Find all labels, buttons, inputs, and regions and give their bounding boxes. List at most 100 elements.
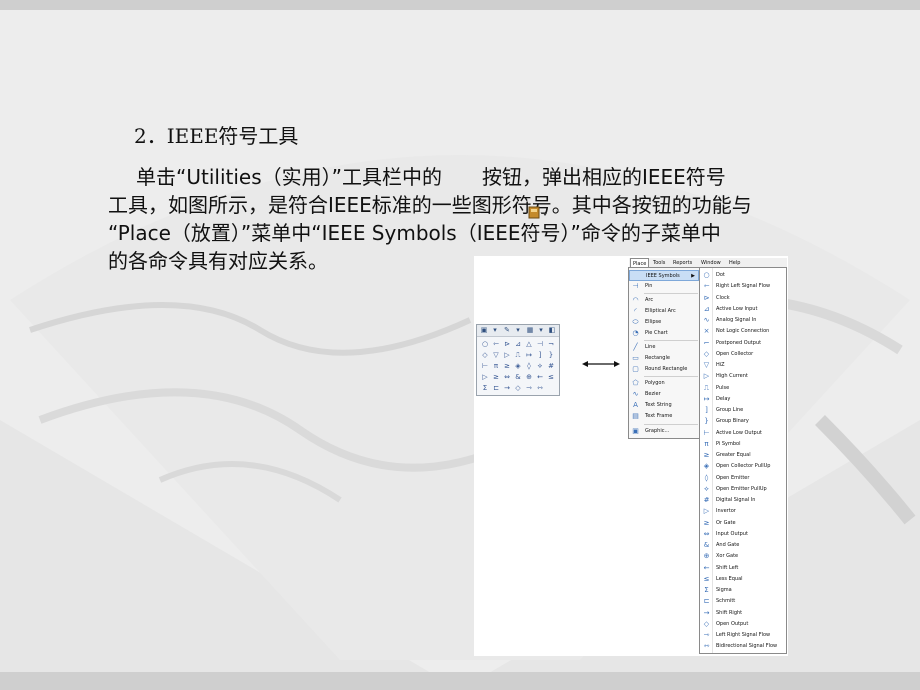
menu-item-label: Clock <box>716 294 730 301</box>
place-menu-item[interactable]: ◠ Arc <box>629 295 699 306</box>
ieee-submenu-item[interactable]: ◇ Open Output <box>700 619 786 630</box>
ieee-submenu-item[interactable]: ∿ Analog Signal In <box>700 315 786 326</box>
palette-symbol-button[interactable]: ⊕ <box>524 372 534 382</box>
palette-symbol-button[interactable]: ◇ <box>513 383 523 393</box>
ieee-symbols-icon <box>632 272 641 281</box>
palette-symbol-button[interactable]: ▷ <box>480 372 490 382</box>
drawing-tools-icon[interactable]: ✎ <box>502 326 512 335</box>
ieee-tool-icon[interactable]: ▣ <box>479 326 489 335</box>
ieee-submenu-item[interactable]: ⊳ Clock <box>700 293 786 304</box>
palette-symbol-button[interactable]: ] <box>535 350 545 360</box>
palette-symbol-button[interactable]: & <box>513 372 523 382</box>
ieee-submenu-item[interactable]: & And Gate <box>700 540 786 551</box>
ieee-submenu-item[interactable]: ≤ Less Equal <box>700 574 786 585</box>
place-menu-item[interactable]: ◔ Pie Chart <box>629 328 699 339</box>
place-menu-item[interactable]: ▤ Text Frame <box>629 411 699 422</box>
ieee-submenu-item[interactable]: ◊ Open Emitter <box>700 473 786 484</box>
dropdown-arrow-icon[interactable]: ▾ <box>536 326 546 335</box>
ieee-submenu-item[interactable]: ⎍ Pulse <box>700 383 786 394</box>
palette-symbol-button[interactable] <box>546 383 556 393</box>
ieee-submenu-item[interactable]: # Digital Signal In <box>700 495 786 506</box>
ieee-submenu-item[interactable]: ] Group Line <box>700 405 786 416</box>
ieee-submenu-item[interactable]: ⟡ Open Emitter PullUp <box>700 484 786 495</box>
palette-symbol-button[interactable]: ⟡ <box>535 361 545 371</box>
palette-symbol-button[interactable]: ⊢ <box>480 361 490 371</box>
palette-symbol-button[interactable]: ≤ <box>546 372 556 382</box>
ieee-submenu-item[interactable]: π Pi Symbol <box>700 439 786 450</box>
ieee-submenu-item[interactable]: ▽ HiZ <box>700 360 786 371</box>
dropdown-arrow-icon[interactable]: ▾ <box>513 326 523 335</box>
place-menu-item[interactable]: ▭ Rectangle <box>629 353 699 364</box>
ieee-submenu-item[interactable]: ≥ Or Gate <box>700 518 786 529</box>
palette-symbol-button[interactable]: ≥ <box>502 361 512 371</box>
palette-symbol-button[interactable]: ◊ <box>524 361 534 371</box>
menu-item-label: Analog Signal In <box>716 317 757 323</box>
palette-symbol-button[interactable]: ○ <box>480 339 490 349</box>
ieee-submenu-item[interactable]: ⇔ Input Output <box>700 529 786 540</box>
ieee-submenu-item[interactable]: ⇽ Right Left Signal Flow <box>700 281 786 292</box>
ieee-submenu-item[interactable]: ▷ High Current <box>700 371 786 382</box>
ieee-submenu-item[interactable]: } Group Binary <box>700 416 786 427</box>
place-menu-item[interactable]: ⬠ Polygon <box>629 378 699 389</box>
palette-symbol-button[interactable]: π <box>491 361 501 371</box>
group-line-icon: ] <box>705 406 708 414</box>
place-menu-item[interactable]: ▣ Graphic... <box>629 426 699 437</box>
place-menu-item[interactable]: ∿ Bezier <box>629 389 699 400</box>
palette-symbol-button[interactable]: ▽ <box>491 350 501 360</box>
ieee-submenu-item[interactable]: ⇾ Left Right Signal Flow <box>700 630 786 641</box>
ieee-submenu-item[interactable]: ⊕ Xor Gate <box>700 551 786 562</box>
palette-symbol-button[interactable]: } <box>546 350 556 360</box>
palette-symbol-button[interactable]: ⇾ <box>524 383 534 393</box>
menu-item-label: Text String <box>645 402 672 408</box>
ieee-submenu-item[interactable]: ▷ Invertor <box>700 506 786 517</box>
ieee-submenu-item[interactable]: ⇿ Bidirectional Signal Flow <box>700 641 786 652</box>
palette-symbol-button[interactable]: ⊳ <box>502 339 512 349</box>
palette-symbol-button[interactable]: ⊏ <box>491 383 501 393</box>
polygon-icon: ⬠ <box>632 379 639 387</box>
ieee-submenu-item[interactable]: ◈ Open Collector PullUp <box>700 461 786 472</box>
part-tool-icon[interactable]: ◧ <box>547 326 557 335</box>
palette-symbol-button[interactable]: ⇽ <box>491 339 501 349</box>
ieee-submenu-item[interactable]: ⌐ Postponed Output <box>700 338 786 349</box>
place-menu-item[interactable]: A Text String <box>629 400 699 411</box>
ieee-submenu-item[interactable]: ⊏ Schmitt <box>700 596 786 607</box>
palette-symbol-button[interactable]: → <box>502 383 512 393</box>
palette-symbol-button[interactable]: ▷ <box>502 350 512 360</box>
palette-symbol-button[interactable]: ⊿ <box>513 339 523 349</box>
ieee-submenu-item[interactable]: ← Shift Left <box>700 563 786 574</box>
ieee-submenu-item[interactable]: → Shift Right <box>700 608 786 619</box>
grid-tool-icon[interactable]: ▦ <box>525 326 535 335</box>
palette-symbol-button[interactable]: Σ <box>480 383 490 393</box>
ieee-submenu-item[interactable]: ⊢ Active Low Output <box>700 428 786 439</box>
place-menu-item[interactable]: ⬭ Ellipse <box>629 317 699 328</box>
palette-symbol-button[interactable]: ← <box>535 372 545 382</box>
place-menu-item[interactable]: ▢ Round Rectangle <box>629 364 699 375</box>
palette-symbol-button[interactable]: ⇿ <box>535 383 545 393</box>
ieee-submenu-item[interactable]: × Not Logic Connection <box>700 326 786 337</box>
palette-symbol-button[interactable]: ◈ <box>513 361 523 371</box>
palette-symbol-button[interactable]: ⇔ <box>502 372 512 382</box>
body-line-1: 单击“Utilities（实用）”工具栏中的 按钮，弹出相应的IEEE符号 <box>136 165 726 189</box>
ieee-submenu-item[interactable]: ○ Dot <box>700 270 786 281</box>
place-menu-item[interactable]: ⊣ Pin <box>629 281 699 292</box>
menu-item-label: Sigma <box>716 587 732 593</box>
palette-symbol-button[interactable]: ↦ <box>524 350 534 360</box>
place-menu-item[interactable]: ◜ Elliptical Arc <box>629 306 699 317</box>
dropdown-arrow-icon[interactable]: ▾ <box>490 326 500 335</box>
palette-symbol-button[interactable]: # <box>546 361 556 371</box>
place-menu-item[interactable]: ╱ Line <box>629 342 699 353</box>
not-logic-connection-icon: × <box>703 327 710 336</box>
ieee-submenu-item[interactable]: ⊿ Active Low Input <box>700 304 786 315</box>
pulse-icon: ⎍ <box>704 383 709 392</box>
palette-symbol-button[interactable]: ¬ <box>546 339 556 349</box>
ieee-submenu-item[interactable]: ≥ Greater Equal <box>700 450 786 461</box>
place-menu-item[interactable]: IEEE Symbols ▶ <box>629 270 699 281</box>
ieee-submenu-item[interactable]: Σ Sigma <box>700 585 786 596</box>
ieee-submenu-item[interactable]: ↦ Delay <box>700 394 786 405</box>
palette-symbol-button[interactable]: △ <box>524 339 534 349</box>
palette-symbol-button[interactable]: ⊣ <box>535 339 545 349</box>
palette-symbol-button[interactable]: ⎍ <box>513 350 523 360</box>
palette-symbol-button[interactable]: ◇ <box>480 350 490 360</box>
palette-symbol-button[interactable]: ≥ <box>491 372 501 382</box>
ieee-submenu-item[interactable]: ◇ Open Collector <box>700 349 786 360</box>
